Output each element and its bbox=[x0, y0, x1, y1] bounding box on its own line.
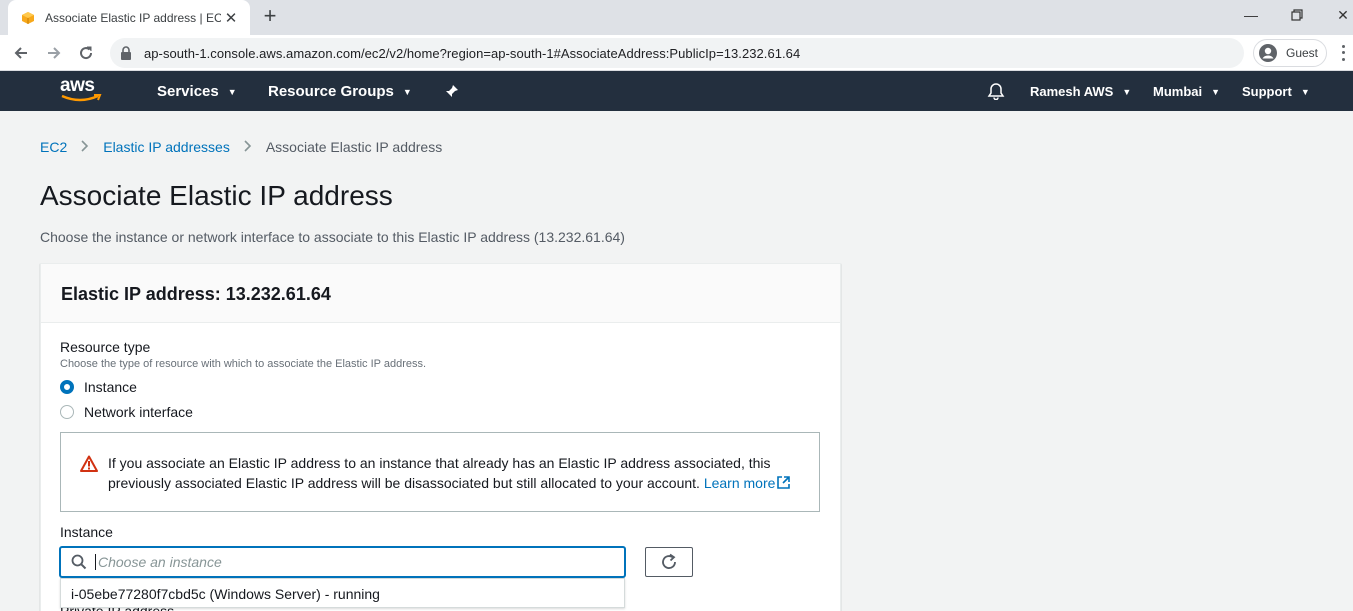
external-link-icon bbox=[777, 474, 791, 489]
radio-instance-label: Instance bbox=[84, 379, 137, 395]
profile-avatar-icon bbox=[1259, 44, 1277, 62]
profile-button[interactable]: Guest bbox=[1253, 39, 1327, 67]
url-text: ap-south-1.console.aws.amazon.com/ec2/v2… bbox=[144, 45, 801, 61]
restore-icon[interactable] bbox=[1274, 0, 1320, 30]
aws-top-nav: aws Services ▼ Resource Groups ▼ Ramesh AW… bbox=[0, 71, 1353, 111]
back-icon[interactable] bbox=[8, 40, 34, 66]
radio-network-interface[interactable]: Network interface bbox=[60, 404, 193, 420]
new-tab-icon[interactable]: + bbox=[258, 5, 282, 29]
learn-more-link[interactable]: Learn more bbox=[704, 475, 791, 491]
services-menu[interactable]: Services ▼ bbox=[157, 71, 237, 111]
address-bar[interactable]: ap-south-1.console.aws.amazon.com/ec2/v2… bbox=[110, 38, 1244, 68]
chevron-down-icon: ▼ bbox=[402, 87, 412, 97]
forward-icon[interactable] bbox=[41, 40, 67, 66]
chevron-right-icon bbox=[244, 139, 252, 155]
instance-label: Instance bbox=[60, 524, 113, 540]
account-menu[interactable]: Ramesh AWS ▼ bbox=[1030, 71, 1131, 111]
tab-title: Associate Elastic IP address | EC2 bbox=[45, 10, 221, 25]
region-menu[interactable]: Mumbai ▼ bbox=[1153, 71, 1220, 111]
resource-groups-menu[interactable]: Resource Groups ▼ bbox=[268, 71, 412, 111]
close-window-icon[interactable]: ✕ bbox=[1320, 0, 1353, 30]
warning-alert: If you associate an Elastic IP address t… bbox=[60, 432, 820, 512]
search-icon bbox=[71, 554, 87, 570]
page-title: Associate Elastic IP address bbox=[40, 180, 393, 211]
browser-tabstrip: Associate Elastic IP address | EC2 ✕ + —… bbox=[0, 0, 1353, 35]
browser-tab[interactable]: Associate Elastic IP address | EC2 ✕ bbox=[8, 0, 250, 35]
dropdown-option[interactable]: i-05ebe77280f7cbd5c (Windows Server) - r… bbox=[61, 579, 624, 609]
reload-icon[interactable] bbox=[73, 40, 99, 66]
resource-type-label: Resource type bbox=[60, 339, 151, 355]
chevron-down-icon: ▼ bbox=[227, 87, 237, 97]
instance-search-field[interactable] bbox=[60, 547, 625, 577]
radio-unchecked-icon[interactable] bbox=[60, 405, 74, 419]
aws-cube-favicon-icon bbox=[20, 10, 36, 26]
page-description: Choose the instance or network interface… bbox=[40, 229, 625, 245]
instance-input[interactable] bbox=[95, 554, 595, 570]
instance-dropdown: i-05ebe77280f7cbd5c (Windows Server) - r… bbox=[60, 578, 625, 608]
radio-instance[interactable]: Instance bbox=[60, 379, 137, 395]
warning-triangle-icon bbox=[80, 455, 98, 473]
aws-logo[interactable]: aws bbox=[60, 76, 104, 105]
browser-menu-icon[interactable] bbox=[1336, 43, 1350, 63]
panel-header: Elastic IP address: 13.232.61.64 bbox=[41, 264, 840, 323]
bell-icon[interactable] bbox=[987, 71, 1005, 111]
browser-toolbar: ap-south-1.console.aws.amazon.com/ec2/v2… bbox=[0, 35, 1353, 71]
refresh-icon bbox=[662, 553, 676, 569]
chevron-down-icon: ▼ bbox=[1211, 87, 1221, 97]
tab-close-icon[interactable]: ✕ bbox=[222, 9, 240, 27]
lock-icon bbox=[120, 46, 134, 60]
pin-icon[interactable] bbox=[445, 71, 459, 111]
chevron-down-icon: ▼ bbox=[1300, 87, 1310, 97]
chevron-down-icon: ▼ bbox=[1122, 87, 1132, 97]
radio-network-interface-label: Network interface bbox=[84, 404, 193, 420]
alert-text: If you associate an Elastic IP address t… bbox=[108, 453, 795, 511]
breadcrumb-ec2[interactable]: EC2 bbox=[40, 139, 67, 155]
chevron-right-icon bbox=[81, 139, 89, 155]
minimize-icon[interactable]: — bbox=[1228, 0, 1274, 30]
support-menu[interactable]: Support ▼ bbox=[1242, 71, 1310, 111]
profile-name: Guest bbox=[1286, 46, 1319, 60]
radio-checked-icon[interactable] bbox=[60, 380, 74, 394]
breadcrumb-elastic-ips[interactable]: Elastic IP addresses bbox=[103, 139, 230, 155]
resource-type-description: Choose the type of resource with which t… bbox=[60, 358, 427, 370]
breadcrumb: EC2 Elastic IP addresses Associate Elast… bbox=[40, 139, 442, 155]
refresh-button[interactable] bbox=[645, 547, 693, 577]
breadcrumb-current: Associate Elastic IP address bbox=[265, 139, 443, 155]
aws-smile-icon bbox=[61, 94, 102, 102]
